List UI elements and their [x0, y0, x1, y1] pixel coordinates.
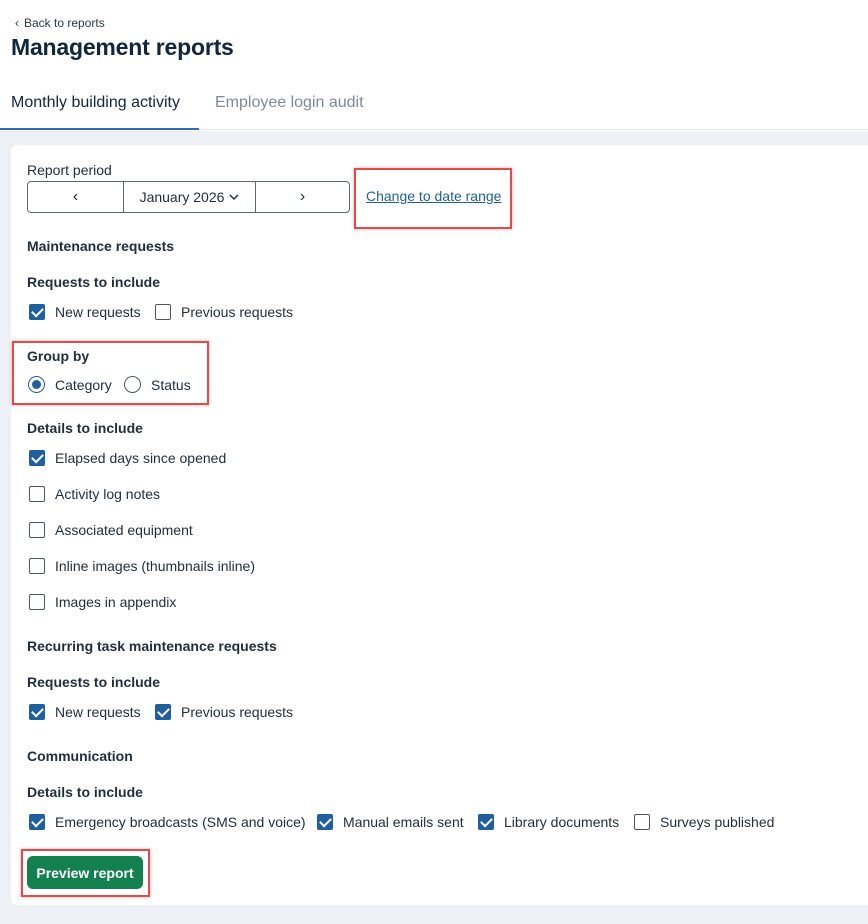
chevron-left-icon: ‹ — [72, 188, 79, 205]
communication-heading: Communication — [27, 748, 133, 764]
tab-monthly-building-activity[interactable]: Monthly building activity — [0, 80, 199, 130]
checkbox-checked-icon — [29, 814, 45, 830]
option-label: Library documents — [504, 814, 620, 830]
library-documents-checkbox[interactable]: Library documents — [478, 814, 619, 830]
maintenance-details-label: Details to include — [27, 420, 143, 436]
report-period-selector: ‹ January 2026 › — [27, 181, 350, 213]
communication-details-label: Details to include — [27, 784, 143, 800]
page-title: Management reports — [11, 34, 234, 60]
month-dropdown[interactable]: January 2026 — [124, 182, 256, 212]
checkbox-checked-icon — [29, 704, 45, 720]
report-tabs: Monthly building activity Employee login… — [0, 80, 868, 130]
option-label: Status — [151, 376, 191, 393]
checkbox-checked-icon — [478, 814, 494, 830]
option-label: Category — [55, 376, 112, 393]
option-label: Images in appendix — [55, 594, 177, 610]
radio-unselected-icon — [124, 376, 141, 393]
checkbox-checked-icon — [29, 304, 45, 320]
option-label: Emergency broadcasts (SMS and voice) — [55, 814, 306, 830]
maintenance-new-requests-checkbox[interactable]: New requests — [29, 304, 141, 320]
recurring-requests-heading: Recurring task maintenance requests — [27, 638, 277, 654]
option-label: New requests — [55, 304, 141, 320]
manual-emails-checkbox[interactable]: Manual emails sent — [317, 814, 464, 830]
emergency-broadcasts-checkbox[interactable]: Emergency broadcasts (SMS and voice) — [29, 814, 306, 830]
report-period-label: Report period — [27, 162, 112, 178]
maintenance-requests-to-include-label: Requests to include — [27, 274, 161, 290]
back-link-label: Back to reports — [24, 16, 105, 30]
option-label: Elapsed days since opened — [55, 450, 227, 466]
checkbox-unchecked-icon — [155, 304, 171, 320]
recurring-new-requests-checkbox[interactable]: New requests — [29, 704, 141, 720]
recurring-previous-requests-checkbox[interactable]: Previous requests — [155, 704, 293, 720]
option-label: New requests — [55, 704, 141, 720]
option-label: Surveys published — [660, 814, 775, 830]
chevron-right-icon: › — [299, 188, 306, 205]
option-label: Manual emails sent — [343, 814, 464, 830]
surveys-published-checkbox[interactable]: Surveys published — [634, 814, 774, 830]
option-label: Activity log notes — [55, 486, 161, 502]
checkbox-checked-icon — [155, 704, 171, 720]
maintenance-previous-requests-checkbox[interactable]: Previous requests — [155, 304, 293, 320]
option-label: Associated equipment — [55, 522, 193, 538]
next-month-button[interactable]: › — [256, 182, 349, 212]
images-in-appendix-checkbox[interactable]: Images in appendix — [29, 594, 176, 610]
checkbox-checked-icon — [29, 450, 45, 466]
previous-month-button[interactable]: ‹ — [28, 182, 124, 212]
activity-log-notes-checkbox[interactable]: Activity log notes — [29, 486, 160, 502]
checkbox-unchecked-icon — [29, 486, 45, 502]
option-label: Inline images (thumbnails inline) — [55, 558, 255, 574]
option-label: Previous requests — [181, 304, 294, 320]
elapsed-days-checkbox[interactable]: Elapsed days since opened — [29, 450, 226, 466]
tab-employee-login-audit[interactable]: Employee login audit — [215, 80, 364, 130]
selected-month: January 2026 — [139, 189, 225, 205]
checkbox-unchecked-icon — [29, 522, 45, 538]
maintenance-requests-heading: Maintenance requests — [27, 238, 175, 254]
option-label: Previous requests — [181, 704, 294, 720]
group-by-label: Group by — [27, 348, 90, 364]
back-to-reports-link[interactable]: ‹ Back to reports — [15, 16, 105, 30]
chevron-left-icon: ‹ — [15, 16, 19, 30]
checkbox-checked-icon — [317, 814, 333, 830]
recurring-requests-to-include-label: Requests to include — [27, 674, 161, 690]
associated-equipment-checkbox[interactable]: Associated equipment — [29, 522, 193, 538]
preview-report-button[interactable]: Preview report — [27, 856, 143, 889]
radio-selected-icon — [28, 376, 45, 393]
checkbox-unchecked-icon — [634, 814, 650, 830]
change-to-date-range-link[interactable]: Change to date range — [366, 188, 501, 204]
checkbox-unchecked-icon — [29, 594, 45, 610]
checkbox-unchecked-icon — [29, 558, 45, 574]
chevron-down-icon — [229, 193, 239, 200]
group-by-category-radio[interactable]: Category — [28, 376, 112, 393]
group-by-status-radio[interactable]: Status — [124, 376, 191, 393]
inline-images-checkbox[interactable]: Inline images (thumbnails inline) — [29, 558, 255, 574]
